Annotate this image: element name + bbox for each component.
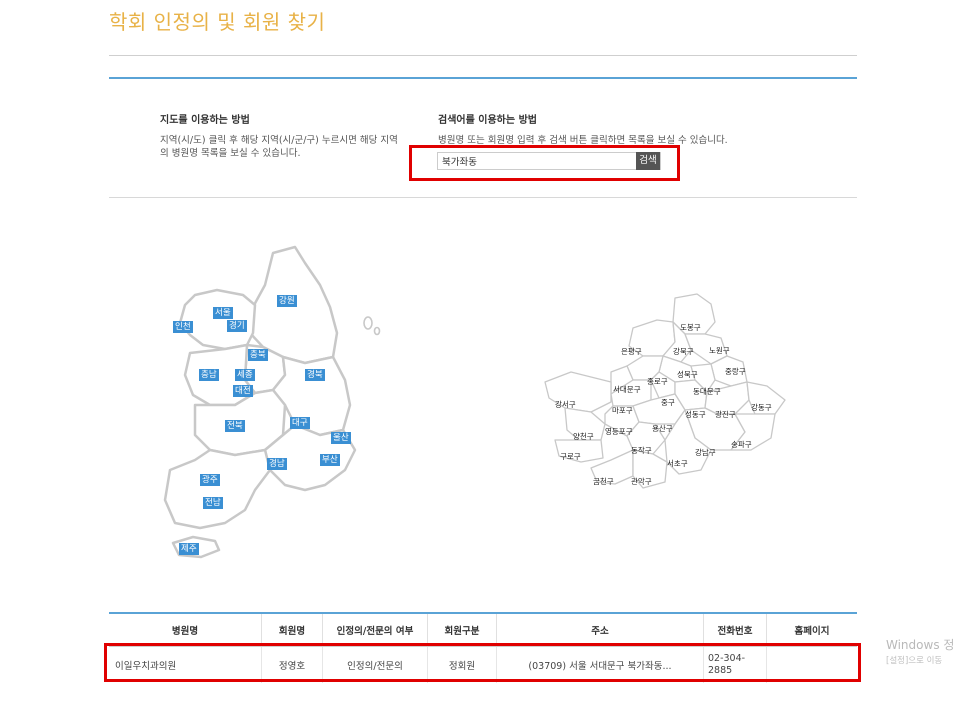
district-yeongdeungpo[interactable]: 영등포구 <box>605 426 633 437</box>
title-divider <box>109 55 857 56</box>
district-dongjak[interactable]: 동작구 <box>631 445 652 456</box>
region-jeju[interactable]: 제주 <box>179 543 199 555</box>
korea-map-outline <box>163 245 381 559</box>
district-guro[interactable]: 구로구 <box>560 451 581 462</box>
region-jeonbuk[interactable]: 전북 <box>225 420 245 432</box>
district-songpa[interactable]: 송파구 <box>731 439 752 450</box>
header-hospital: 병원명 <box>109 612 262 647</box>
district-jung[interactable]: 중구 <box>661 397 675 408</box>
region-chungbuk[interactable]: 충북 <box>248 349 268 361</box>
cell-address: (03709) 서울 서대문구 북가좌동... <box>496 646 704 683</box>
region-daejeon[interactable]: 대전 <box>233 385 253 397</box>
district-gangdong[interactable]: 강동구 <box>751 402 772 413</box>
district-gangbuk[interactable]: 강북구 <box>673 346 694 357</box>
search-box: 검색 <box>437 152 661 170</box>
region-sejong[interactable]: 세종 <box>235 369 255 381</box>
district-geumcheon[interactable]: 금천구 <box>593 476 614 487</box>
district-dobong[interactable]: 도봉구 <box>680 322 701 333</box>
cell-member-type: 정회원 <box>427 646 497 683</box>
table-header-row: 병원명 회원명 인정의/전문의 여부 회원구분 주소 전화번호 홈페이지 <box>109 612 857 647</box>
page-title: 학회 인정의 및 회원 찾기 <box>109 10 326 34</box>
search-input[interactable] <box>438 153 644 169</box>
search-button[interactable]: 검색 <box>636 152 660 170</box>
region-chungnam[interactable]: 충남 <box>199 369 219 381</box>
district-dongdaemun[interactable]: 동대문구 <box>693 386 721 397</box>
cell-phone: 02-304-2885 <box>703 646 767 683</box>
district-jungnang[interactable]: 중랑구 <box>725 366 746 377</box>
district-yangcheon[interactable]: 양천구 <box>573 431 594 442</box>
district-seongbuk[interactable]: 성북구 <box>677 369 698 380</box>
district-seodaemun[interactable]: 서대문구 <box>613 384 641 395</box>
region-seoul[interactable]: 서울 <box>213 307 233 319</box>
region-gwangju[interactable]: 광주 <box>200 474 220 486</box>
korea-map: 강원 서울 인천 경기 충북 충남 세종 대전 경북 전북 대구 울산 경남 부… <box>155 245 385 565</box>
cell-certification: 인정의/전문의 <box>322 646 428 683</box>
district-jongno[interactable]: 종로구 <box>647 376 668 387</box>
region-daegu[interactable]: 대구 <box>290 417 310 429</box>
windows-activation-subtitle: [설정]으로 이동 <box>886 656 943 666</box>
header-certification: 인정의/전문의 여부 <box>322 612 428 647</box>
search-howto-title: 검색어를 이용하는 방법 <box>438 115 537 126</box>
district-gwangjin[interactable]: 광진구 <box>715 409 736 420</box>
cell-member: 정영호 <box>261 646 323 683</box>
cell-homepage[interactable] <box>767 647 858 684</box>
windows-activation-title: Windows 정 <box>886 638 955 652</box>
search-howto-desc: 병원명 또는 회원명 입력 후 검색 버튼 클릭하면 목록을 보실 수 있습니다… <box>438 135 728 146</box>
district-yongsan[interactable]: 용산구 <box>652 423 673 434</box>
header-homepage: 홈페이지 <box>766 612 857 647</box>
map-divider <box>109 197 857 198</box>
region-gyeongbuk[interactable]: 경북 <box>305 369 325 381</box>
district-mapo[interactable]: 마포구 <box>612 405 633 416</box>
district-gwanak[interactable]: 관악구 <box>631 476 652 487</box>
district-gangnam[interactable]: 강남구 <box>695 447 716 458</box>
district-eunpyeong[interactable]: 은평구 <box>621 346 642 357</box>
region-jeonnam[interactable]: 전남 <box>203 497 223 509</box>
district-gangseo[interactable]: 강서구 <box>555 399 576 410</box>
district-seongdong[interactable]: 성동구 <box>685 409 706 420</box>
cell-hospital[interactable]: 이일우치과의원 <box>109 646 262 683</box>
region-gyeongnam[interactable]: 경남 <box>267 458 287 470</box>
region-busan[interactable]: 부산 <box>320 454 340 466</box>
header-member: 회원명 <box>261 612 323 647</box>
region-gyeonggi[interactable]: 경기 <box>227 320 247 332</box>
header-address: 주소 <box>496 612 704 647</box>
section-divider <box>109 77 857 79</box>
header-member-type: 회원구분 <box>427 612 497 647</box>
region-incheon[interactable]: 인천 <box>173 321 193 333</box>
table-row[interactable]: 이일우치과의원 정영호 인정의/전문의 정회원 (03709) 서울 서대문구 … <box>109 646 858 684</box>
seoul-map: 도봉구 은평구 강북구 노원구 성북구 중랑구 종로구 서대문구 동대문구 강서… <box>535 290 795 505</box>
map-howto-desc: 지역(시/도) 클릭 후 해당 지역(시/군/구) 누르시면 해당 지역의 병원… <box>160 135 398 159</box>
district-nowon[interactable]: 노원구 <box>709 345 730 356</box>
map-howto-title: 지도를 이용하는 방법 <box>160 115 250 126</box>
results-table: 병원명 회원명 인정의/전문의 여부 회원구분 주소 전화번호 홈페이지 이일우… <box>109 612 857 683</box>
header-phone: 전화번호 <box>703 612 767 647</box>
region-ulsan[interactable]: 울산 <box>331 432 351 444</box>
region-gangwon[interactable]: 강원 <box>277 295 297 307</box>
district-seocho[interactable]: 서초구 <box>667 458 688 469</box>
